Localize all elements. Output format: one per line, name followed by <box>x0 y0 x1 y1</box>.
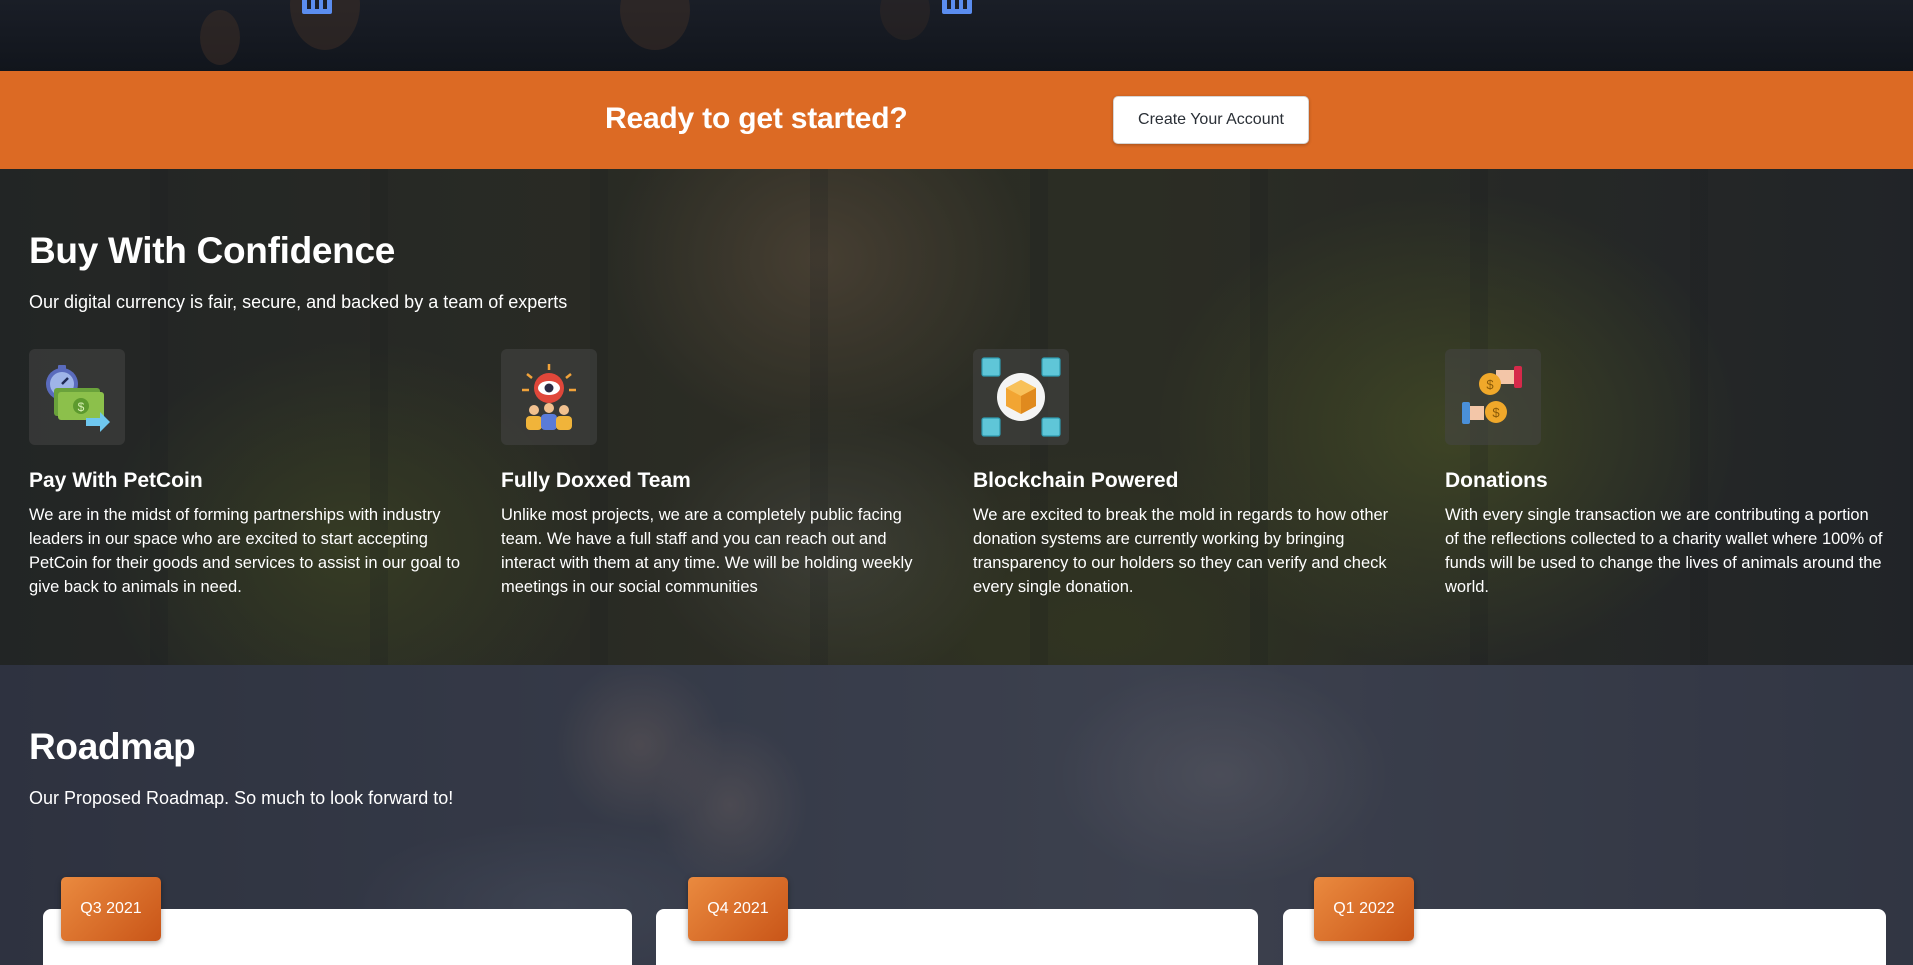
feature-text: With every single transaction we are con… <box>1445 506 1883 596</box>
team-icon <box>501 349 597 445</box>
feature-fully-doxxed-team: Fully Doxxed Team Unlike most projects, … <box>501 349 941 599</box>
feature-text: Unlike most projects, we are a completel… <box>501 506 913 596</box>
page: Ready to get started? Create Your Accoun… <box>0 0 1913 965</box>
chart-icon <box>942 0 972 14</box>
roadmap-title: Roadmap <box>29 726 196 767</box>
feature-text: We are in the midst of forming partnersh… <box>29 506 461 596</box>
roadmap-subtitle: Our Proposed Roadmap. So much to look fo… <box>29 788 454 808</box>
feature-title: Fully Doxxed Team <box>501 469 691 492</box>
cta-title: Ready to get started? <box>605 102 908 135</box>
roadmap-phase-badge: Q3 2021 <box>61 877 161 941</box>
blockchain-icon <box>973 349 1069 445</box>
feature-donations: $ $ Donations With every single transact… <box>1445 349 1885 599</box>
payment-icon: $ <box>29 349 125 445</box>
feature-title: Donations <box>1445 469 1548 492</box>
feature-text: We are excited to break the mold in rega… <box>973 506 1389 596</box>
roadmap-phase-badge: Q4 2021 <box>688 877 788 941</box>
feature-title: Pay With PetCoin <box>29 469 203 492</box>
svg-text:$: $ <box>78 400 85 414</box>
create-account-button[interactable]: Create Your Account <box>1113 96 1309 144</box>
svg-text:$: $ <box>1492 405 1500 420</box>
top-strip <box>0 0 1913 71</box>
svg-text:$: $ <box>1486 377 1494 392</box>
roadmap-phase-badge: Q1 2022 <box>1314 877 1414 941</box>
confidence-title: Buy With Confidence <box>29 230 396 271</box>
chart-icon <box>302 0 332 14</box>
donation-icon: $ $ <box>1445 349 1541 445</box>
feature-title: Blockchain Powered <box>973 469 1179 492</box>
feature-blockchain-powered: Blockchain Powered We are excited to bre… <box>973 349 1413 599</box>
cta-banner <box>0 71 1913 169</box>
confidence-subtitle: Our digital currency is fair, secure, an… <box>29 292 568 312</box>
feature-pay-with-petcoin: $ Pay With PetCoin We are in the midst o… <box>29 349 469 599</box>
